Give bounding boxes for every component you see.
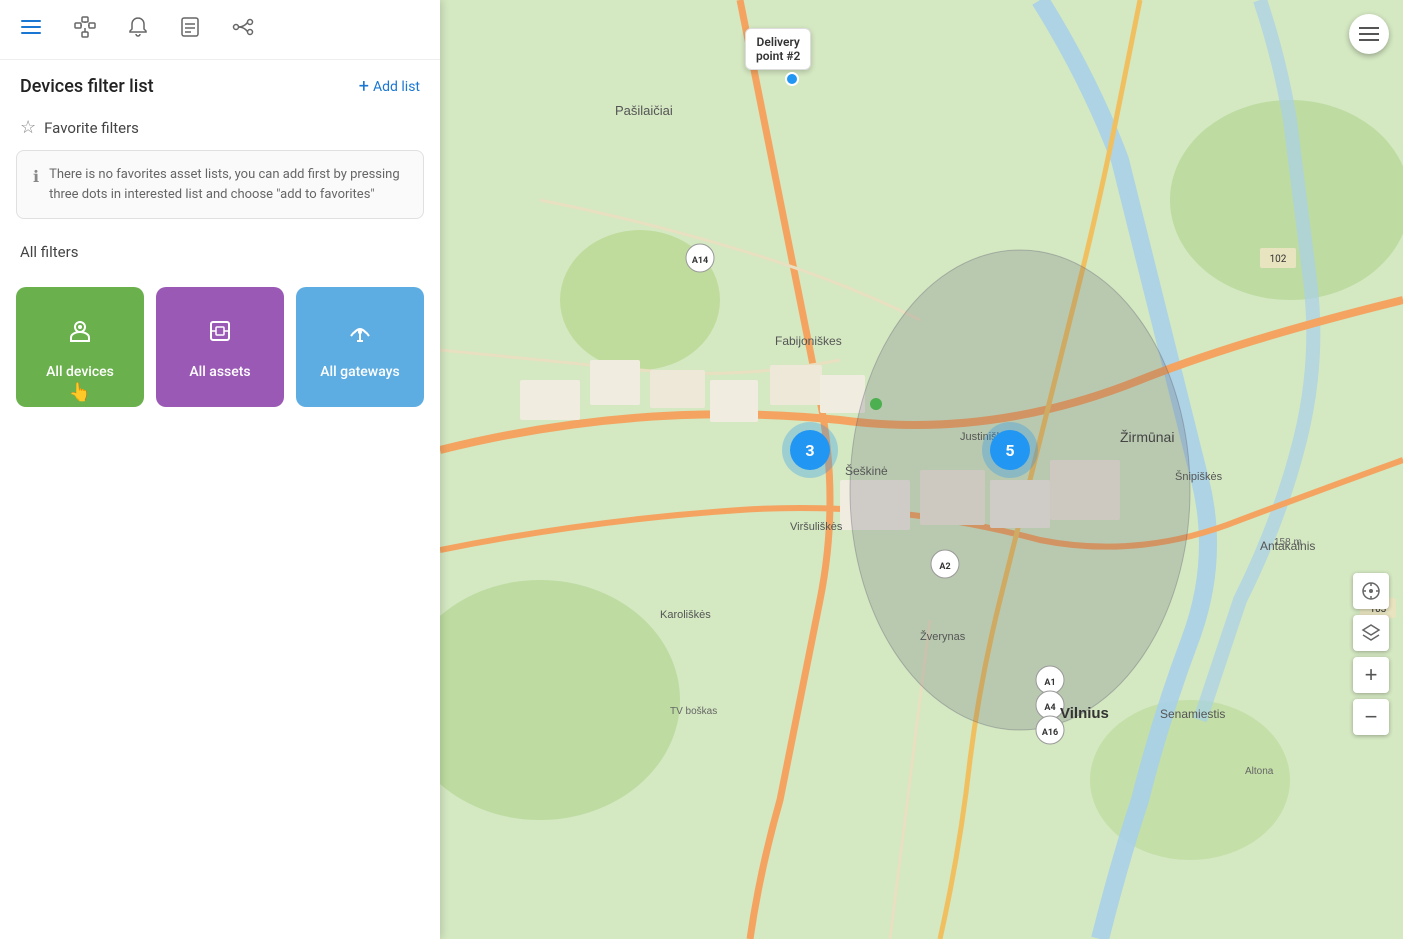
svg-text:A1: A1 [1044,678,1055,688]
menu-icon[interactable] [16,12,46,47]
favorite-filters-text: Favorite filters [44,119,139,137]
add-list-label: Add list [373,79,420,95]
all-filters-section: All filters [0,235,440,287]
svg-text:Šnipiškės: Šnipiškės [1175,470,1223,483]
svg-text:Senamiestis: Senamiestis [1160,707,1225,721]
info-text: There is no favorites asset lists, you c… [49,165,407,204]
zoom-out-button[interactable]: − [1353,699,1389,735]
all-devices-icon [64,315,96,354]
filter-card-all-devices[interactable]: All devices 👆 [16,287,144,407]
all-gateways-icon [344,315,376,354]
layers-button[interactable] [1353,615,1389,651]
svg-text:A2: A2 [939,562,950,572]
zoom-in-button[interactable]: + [1353,657,1389,693]
routing-icon[interactable] [228,12,258,47]
svg-text:Žirmūnai: Žirmūnai [1120,429,1174,445]
svg-text:Vilnius: Vilnius [1060,705,1109,722]
info-icon: ℹ [33,167,39,186]
svg-text:Karoliškės: Karoliškės [660,609,711,621]
filter-cards: All devices 👆 All assets [0,287,440,407]
svg-text:Altona: Altona [1245,766,1274,777]
info-box: ℹ There is no favorites asset lists, you… [16,150,424,219]
filter-card-all-assets[interactable]: All assets [156,287,284,407]
sidebar-title: Devices filter list [20,76,154,97]
svg-text:A16: A16 [1042,728,1058,738]
notification-icon[interactable] [124,12,152,47]
cursor-icon: 👆 [69,382,91,403]
map-menu-button[interactable] [1349,14,1389,54]
favorite-section: ☆ Favorite filters [0,109,440,150]
map-controls: + − [1353,573,1389,739]
sidebar-header: Devices filter list + Add list [0,60,440,109]
all-gateways-label: All gateways [320,364,399,380]
sidebar: Devices filter list + Add list ☆ Favorit… [0,0,440,939]
all-assets-icon [204,315,236,354]
svg-text:Pašilaičiai: Pašilaičiai [615,103,673,118]
svg-text:Viršuliškės: Viršuliškės [790,521,843,533]
svg-text:TV boškas: TV boškas [670,706,717,717]
locate-button[interactable] [1353,573,1389,609]
map-svg: A1 A4 A16 A14 A2 102 103 Pašilaičiai Fab… [440,0,1403,939]
svg-text:A14: A14 [692,256,708,266]
all-filters-label: All filters [20,243,420,261]
all-devices-label: All devices [46,364,114,380]
favorite-filters-label[interactable]: ☆ Favorite filters [20,117,420,138]
svg-text:Šeškinė: Šeškinė [845,463,888,478]
svg-text:102: 102 [1270,254,1287,265]
star-icon: ☆ [20,117,36,138]
svg-text:158 m: 158 m [1274,537,1302,548]
svg-text:A4: A4 [1044,703,1055,713]
svg-text:Justiniškės: Justiniškės [960,431,1014,443]
add-list-button[interactable]: + Add list [359,76,420,97]
list-icon[interactable] [176,12,204,47]
svg-text:Fabijoniškes: Fabijoniškes [775,334,842,348]
plus-icon: + [359,76,369,97]
topology-icon[interactable] [70,12,100,47]
topnav [0,0,440,60]
map-area[interactable]: A1 A4 A16 A14 A2 102 103 Pašilaičiai Fab… [440,0,1403,939]
all-assets-label: All assets [189,364,250,380]
filter-card-all-gateways[interactable]: All gateways [296,287,424,407]
svg-text:Žverynas: Žverynas [920,630,966,643]
